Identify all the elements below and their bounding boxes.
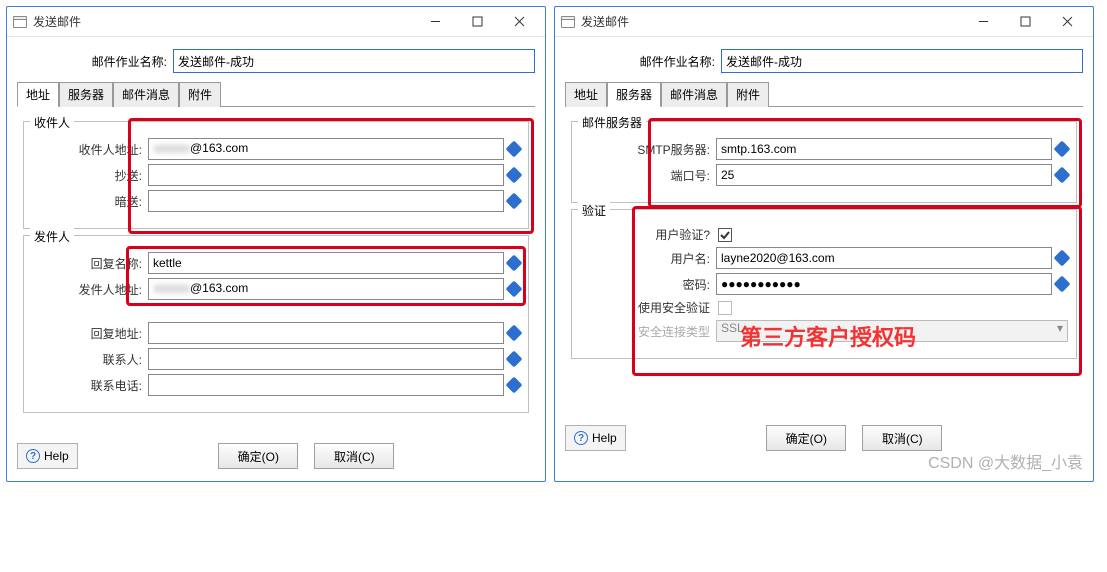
- password-label: 密码:: [580, 276, 710, 293]
- tab-server[interactable]: 服务器: [607, 82, 661, 107]
- var-icon[interactable]: [506, 141, 523, 158]
- recipients-legend: 收件人: [30, 114, 74, 131]
- send-mail-window-left: 发送邮件 邮件作业名称: 地址 服务器 邮件消息 附件 收件人 收件人地址: x…: [6, 6, 546, 482]
- secure-auth-checkbox[interactable]: [718, 301, 732, 315]
- tabs: 地址 服务器 邮件消息 附件: [565, 81, 1083, 107]
- job-name-input[interactable]: [173, 49, 535, 73]
- bcc-input[interactable]: [148, 190, 504, 212]
- var-icon[interactable]: [506, 377, 523, 394]
- reply-name-input[interactable]: [148, 252, 504, 274]
- ok-button[interactable]: 确定(O): [766, 425, 846, 451]
- tab-address[interactable]: 地址: [17, 82, 59, 107]
- smtp-input[interactable]: [716, 138, 1052, 160]
- recipient-addr-label: 收件人地址:: [32, 141, 142, 158]
- var-icon[interactable]: [1054, 276, 1071, 293]
- contact-label: 联系人:: [32, 351, 142, 368]
- close-button[interactable]: [1047, 8, 1087, 36]
- tab-message[interactable]: 邮件消息: [661, 82, 727, 107]
- help-button[interactable]: ? Help: [17, 443, 78, 469]
- minimize-button[interactable]: [963, 8, 1003, 36]
- job-name-row: 邮件作业名称:: [17, 49, 535, 73]
- var-icon[interactable]: [1054, 250, 1071, 267]
- titlebar: 发送邮件: [7, 7, 545, 37]
- recipients-fieldset: 收件人 收件人地址: xxxxxx@163.com 抄送: 暗送:: [23, 121, 529, 229]
- var-icon[interactable]: [506, 325, 523, 342]
- job-name-input[interactable]: [721, 49, 1083, 73]
- var-icon[interactable]: [506, 167, 523, 184]
- var-icon[interactable]: [506, 255, 523, 272]
- user-auth-label: 用户验证?: [580, 226, 710, 243]
- help-button[interactable]: ? Help: [565, 425, 626, 451]
- var-icon[interactable]: [506, 193, 523, 210]
- username-label: 用户名:: [580, 250, 710, 267]
- minimize-button[interactable]: [415, 8, 455, 36]
- contact-input[interactable]: [148, 348, 504, 370]
- server-legend: 邮件服务器: [578, 114, 646, 131]
- phone-input[interactable]: [148, 374, 504, 396]
- tab-attachment[interactable]: 附件: [179, 82, 221, 107]
- var-icon[interactable]: [1054, 141, 1071, 158]
- tabs: 地址 服务器 邮件消息 附件: [17, 81, 535, 107]
- maximize-button[interactable]: [1005, 8, 1045, 36]
- maximize-button[interactable]: [457, 8, 497, 36]
- server-fieldset: 邮件服务器 SMTP服务器: 端口号:: [571, 121, 1077, 203]
- bcc-label: 暗送:: [32, 193, 142, 210]
- job-name-label: 邮件作业名称:: [17, 53, 167, 70]
- tab-server[interactable]: 服务器: [59, 82, 113, 107]
- cancel-button[interactable]: 取消(C): [314, 443, 394, 469]
- window-title: 发送邮件: [581, 13, 963, 30]
- port-label: 端口号:: [580, 167, 710, 184]
- auth-fieldset: 验证 用户验证? 用户名: 密码: 使用安全验证: [571, 209, 1077, 359]
- var-icon[interactable]: [506, 351, 523, 368]
- smtp-label: SMTP服务器:: [580, 141, 710, 158]
- phone-label: 联系电话:: [32, 377, 142, 394]
- mail-icon: [561, 16, 575, 28]
- secure-type-label: 安全连接类型: [580, 323, 710, 340]
- sender-fieldset: 发件人 回复名称: 发件人地址: xxxxxx@163.com: [23, 235, 529, 413]
- ok-button[interactable]: 确定(O): [218, 443, 298, 469]
- user-auth-checkbox[interactable]: [718, 228, 732, 242]
- window-title: 发送邮件: [33, 13, 415, 30]
- help-icon: ?: [574, 431, 588, 445]
- job-name-label: 邮件作业名称:: [565, 53, 715, 70]
- recipient-addr-input[interactable]: [148, 138, 504, 160]
- tab-attachment[interactable]: 附件: [727, 82, 769, 107]
- secure-type-select: SSL ▾: [716, 320, 1068, 342]
- help-icon: ?: [26, 449, 40, 463]
- send-mail-window-right: 发送邮件 邮件作业名称: 地址 服务器 邮件消息 附件 邮件服务器 SMTP服务…: [554, 6, 1094, 482]
- sender-legend: 发件人: [30, 228, 74, 245]
- reply-addr-label: 回复地址:: [32, 325, 142, 342]
- tab-message[interactable]: 邮件消息: [113, 82, 179, 107]
- auth-legend: 验证: [578, 202, 610, 219]
- tab-address[interactable]: 地址: [565, 82, 607, 107]
- job-name-row: 邮件作业名称:: [565, 49, 1083, 73]
- help-label: Help: [44, 449, 69, 463]
- cc-input[interactable]: [148, 164, 504, 186]
- cancel-button[interactable]: 取消(C): [862, 425, 942, 451]
- mail-icon: [13, 16, 27, 28]
- username-input[interactable]: [716, 247, 1052, 269]
- reply-addr-input[interactable]: [148, 322, 504, 344]
- var-icon[interactable]: [1054, 167, 1071, 184]
- titlebar: 发送邮件: [555, 7, 1093, 37]
- cc-label: 抄送:: [32, 167, 142, 184]
- reply-name-label: 回复名称:: [32, 255, 142, 272]
- sender-addr-label: 发件人地址:: [32, 281, 142, 298]
- sender-addr-input[interactable]: [148, 278, 504, 300]
- secure-auth-label: 使用安全验证: [580, 299, 710, 316]
- var-icon[interactable]: [506, 281, 523, 298]
- help-label: Help: [592, 431, 617, 445]
- port-input[interactable]: [716, 164, 1052, 186]
- password-input[interactable]: [716, 273, 1052, 295]
- close-button[interactable]: [499, 8, 539, 36]
